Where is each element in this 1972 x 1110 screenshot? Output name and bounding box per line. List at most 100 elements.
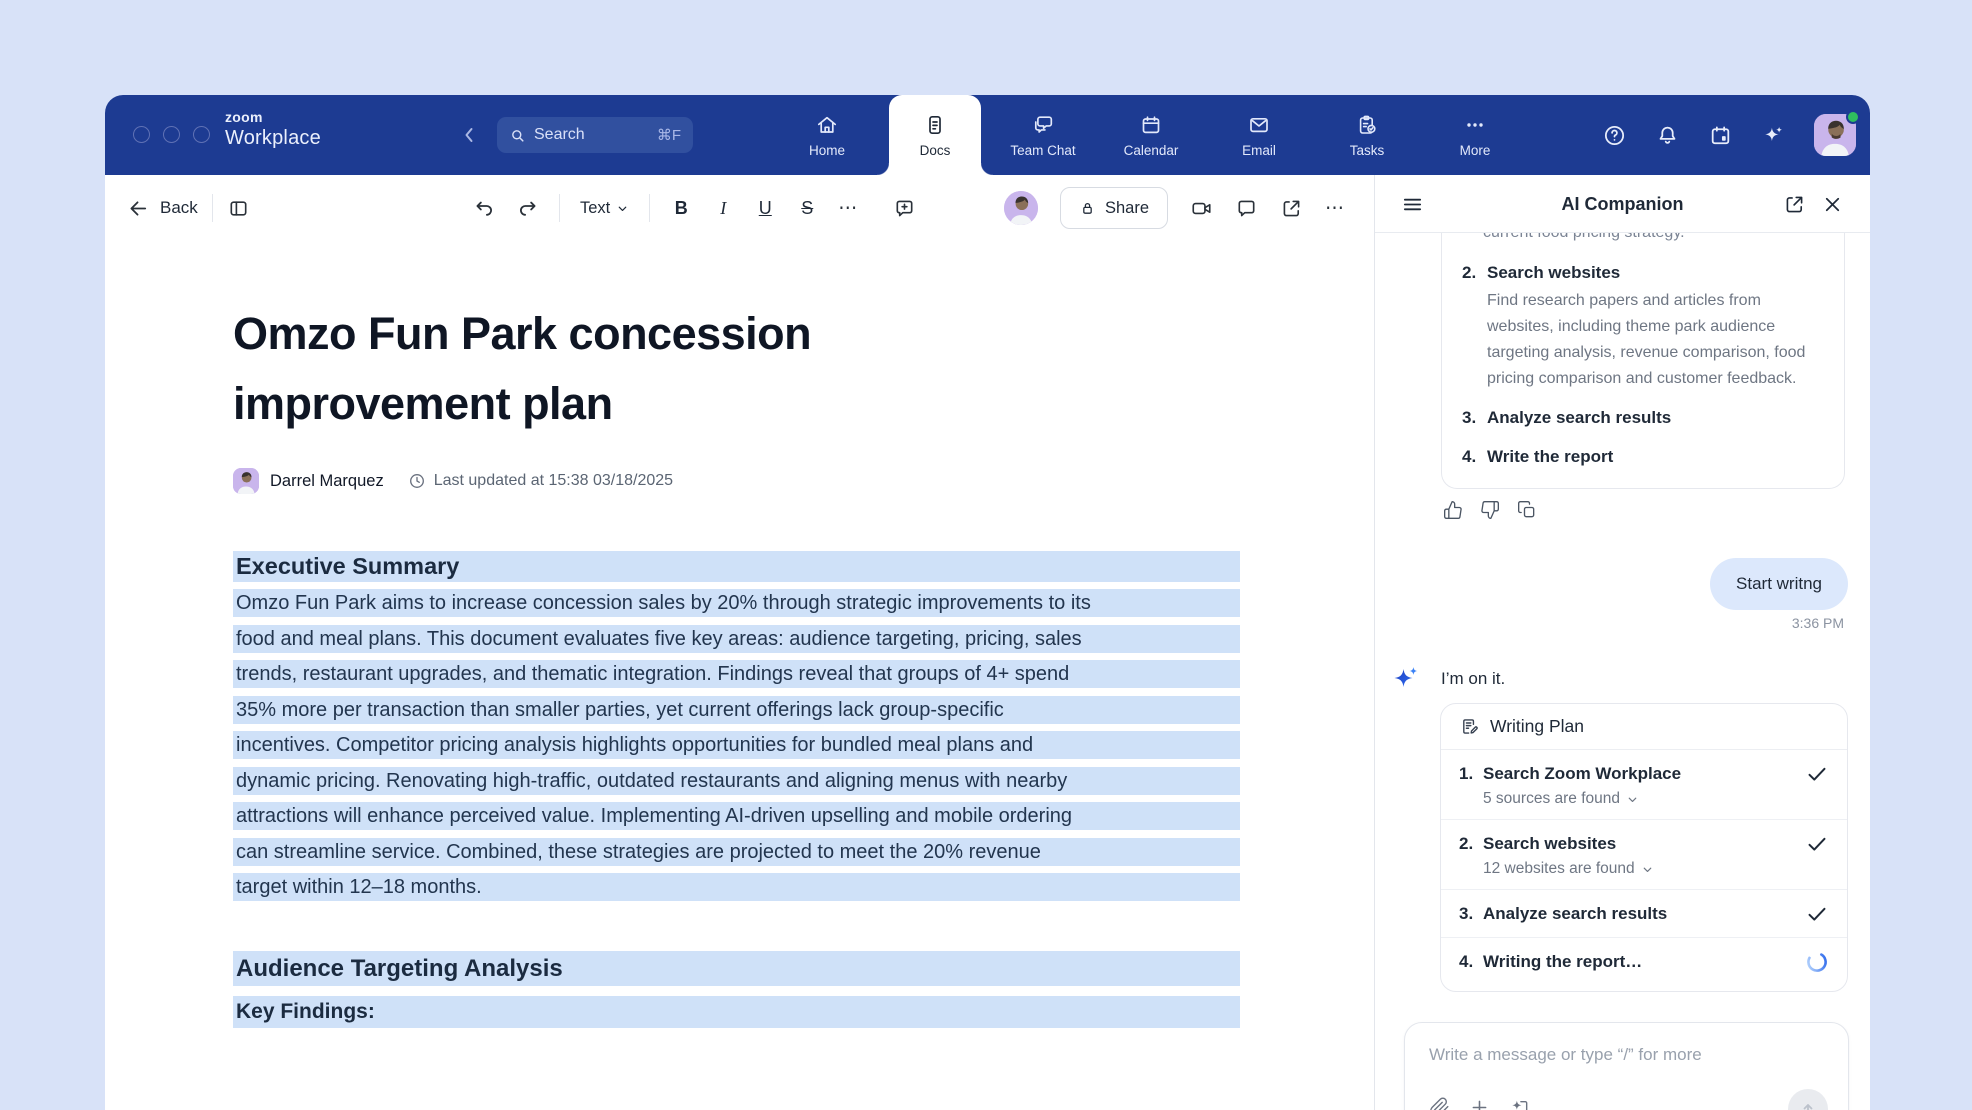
- tab-more[interactable]: More: [1421, 95, 1529, 175]
- summary-line[interactable]: food and meal plans. This document evalu…: [233, 625, 1240, 653]
- document-area: Back Text: [105, 175, 1374, 1110]
- share-label: Share: [1105, 199, 1149, 218]
- text-style-dropdown[interactable]: Text: [580, 199, 629, 218]
- search-icon: [509, 127, 526, 144]
- add-comment-icon[interactable]: [893, 197, 916, 220]
- sidebar-toggle-icon[interactable]: [227, 197, 250, 220]
- summary-line[interactable]: attractions will enhance perceived value…: [233, 802, 1240, 830]
- window-minimize-button[interactable]: [163, 126, 180, 143]
- email-icon: [1247, 113, 1271, 137]
- plan-step-title: Analyze search results: [1483, 904, 1805, 924]
- check-icon: [1805, 902, 1829, 926]
- search-placeholder: Search: [534, 126, 585, 144]
- exec-summary-heading[interactable]: Executive Summary: [233, 551, 1240, 582]
- companion-message-input[interactable]: Write a message or type “/” for more: [1405, 1023, 1848, 1065]
- add-icon[interactable]: [1469, 1097, 1490, 1110]
- summary-line[interactable]: target within 12–18 months.: [233, 873, 1240, 901]
- calendar-date-icon[interactable]: [1708, 123, 1733, 148]
- video-meeting-icon[interactable]: [1190, 197, 1213, 220]
- logo-line2: Workplace: [225, 128, 321, 148]
- presence-dot: [1846, 110, 1860, 124]
- italic-button[interactable]: I: [712, 198, 734, 219]
- window-close-button[interactable]: [133, 126, 150, 143]
- summary-line[interactable]: 35% more per transaction than smaller pa…: [233, 696, 1240, 724]
- user-message-bubble: Start writng: [1710, 558, 1848, 610]
- undo-icon[interactable]: [473, 197, 496, 220]
- tab-docs-label: Docs: [920, 143, 951, 158]
- plan-step[interactable]: 3. Analyze search results: [1441, 889, 1847, 937]
- tab-docs[interactable]: Docs: [889, 95, 981, 175]
- more-actions-button[interactable]: ⋯: [1325, 197, 1346, 220]
- tab-team-chat[interactable]: Team Chat: [989, 95, 1097, 175]
- bold-button[interactable]: B: [670, 198, 692, 219]
- plan-step[interactable]: 2. Search websites 12 websites are found: [1441, 819, 1847, 889]
- notifications-icon[interactable]: [1655, 123, 1680, 148]
- top-bar: zoom Workplace Search ⌘F Home: [105, 95, 1870, 175]
- thumbs-down-icon[interactable]: [1480, 500, 1500, 520]
- more-formatting-button[interactable]: ⋯: [838, 197, 859, 220]
- writing-plan-title: Writing Plan: [1490, 716, 1584, 737]
- summary-line[interactable]: incentives. Competitor pricing analysis …: [233, 731, 1240, 759]
- scrolled-text: current food pricing strategy.: [1462, 233, 1824, 247]
- plan-step[interactable]: 1. Search Zoom Workplace 5 sources are f…: [1441, 750, 1847, 819]
- audience-heading[interactable]: Audience Targeting Analysis: [233, 951, 1240, 986]
- help-icon[interactable]: [1602, 123, 1627, 148]
- last-updated: Last updated at 15:38 03/18/2025: [434, 472, 673, 490]
- underline-button[interactable]: U: [754, 198, 776, 219]
- ai-sparkle-icon[interactable]: [1761, 123, 1786, 148]
- attach-icon[interactable]: [1429, 1097, 1450, 1110]
- plan-preview-item-title: Analyze search results: [1487, 405, 1824, 431]
- plan-step: 4. Writing the report…: [1441, 937, 1847, 985]
- check-icon: [1805, 832, 1829, 856]
- back-arrow-icon: [127, 197, 150, 220]
- collaborator-avatar[interactable]: [1004, 191, 1038, 225]
- document-canvas[interactable]: Omzo Fun Park concession improvement pla…: [105, 241, 1374, 1110]
- user-avatar[interactable]: [1814, 114, 1856, 156]
- prompt-library-icon[interactable]: [1509, 1097, 1530, 1110]
- redo-icon[interactable]: [516, 197, 539, 220]
- plan-step-detail[interactable]: 12 websites are found: [1483, 860, 1829, 878]
- pop-out-icon[interactable]: [1783, 193, 1806, 216]
- text-style-label: Text: [580, 199, 610, 218]
- summary-line[interactable]: trends, restaurant upgrades, and themati…: [233, 660, 1240, 688]
- global-search-input[interactable]: Search ⌘F: [497, 117, 693, 153]
- zoom-workplace-logo: zoom Workplace: [225, 110, 321, 148]
- tab-home[interactable]: Home: [773, 95, 881, 175]
- chevron-down-icon: [1626, 793, 1639, 806]
- chevron-down-icon: [616, 202, 629, 215]
- plan-preview-item: 3. Analyze search results: [1462, 405, 1824, 431]
- back-label: Back: [160, 198, 198, 218]
- plan-preview-item-desc: Find research papers and articles from w…: [1487, 288, 1824, 392]
- thumbs-up-icon[interactable]: [1443, 500, 1463, 520]
- writing-plan-card: Writing Plan 1. Search Zoom Workplace 5 …: [1440, 703, 1848, 992]
- window-zoom-button[interactable]: [193, 126, 210, 143]
- close-icon[interactable]: [1821, 193, 1844, 216]
- nav-back-icon[interactable]: [457, 123, 481, 147]
- open-external-icon[interactable]: [1280, 197, 1303, 220]
- send-button[interactable]: [1788, 1089, 1828, 1110]
- search-shortcut: ⌘F: [657, 126, 681, 144]
- summary-line[interactable]: dynamic pricing. Renovating high-traffic…: [233, 767, 1240, 795]
- back-button[interactable]: Back: [127, 197, 198, 220]
- share-button[interactable]: Share: [1060, 187, 1168, 229]
- document-title[interactable]: Omzo Fun Park concession improvement pla…: [233, 299, 1063, 439]
- ai-companion-logo-icon: [1389, 662, 1423, 696]
- window-controls[interactable]: [133, 126, 210, 143]
- strikethrough-button[interactable]: S: [796, 198, 818, 219]
- lock-icon: [1079, 200, 1096, 217]
- logo-line1: zoom: [225, 110, 321, 124]
- tab-email[interactable]: Email: [1205, 95, 1313, 175]
- tab-calendar[interactable]: Calendar: [1097, 95, 1205, 175]
- summary-line[interactable]: can streamline service. Combined, these …: [233, 838, 1240, 866]
- summary-line[interactable]: Omzo Fun Park aims to increase concessio…: [233, 589, 1240, 617]
- composer-card: Write a message or type “/” for more: [1404, 1022, 1849, 1110]
- team-chat-icon: [1031, 112, 1056, 137]
- tab-tasks[interactable]: Tasks: [1313, 95, 1421, 175]
- writing-plan-icon: [1459, 716, 1480, 737]
- tab-team-chat-label: Team Chat: [1010, 143, 1075, 158]
- copy-icon[interactable]: [1517, 500, 1537, 520]
- key-findings-heading[interactable]: Key Findings:: [233, 996, 1240, 1028]
- chat-icon[interactable]: [1235, 197, 1258, 220]
- plan-step-detail[interactable]: 5 sources are found: [1483, 790, 1829, 808]
- toolbar-divider: [649, 194, 650, 222]
